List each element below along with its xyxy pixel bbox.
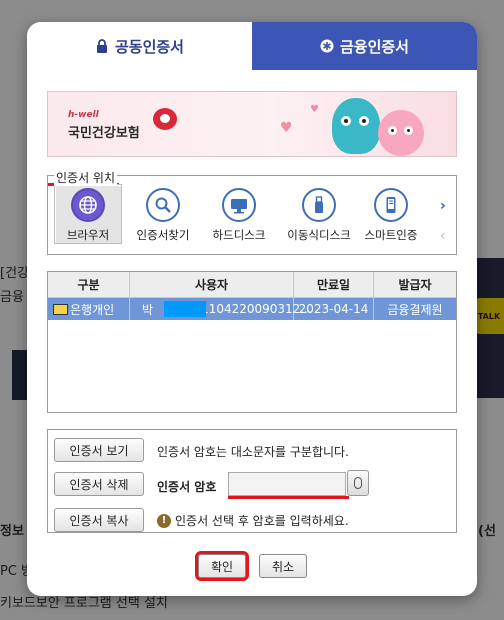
monitor-icon — [222, 188, 256, 222]
cell-type: 은행개인 — [48, 298, 130, 320]
location-label: 스마트인증 — [364, 228, 418, 242]
mascot-blue-icon — [332, 98, 380, 154]
banner-title: 국민건강보험 — [68, 126, 140, 141]
cert-location-panel: 브라우저 인증서찾기 하드디스크 이동식디스크 스마트인증 › ‹ — [47, 175, 457, 255]
highlight-underline — [228, 496, 349, 499]
location-removable-disk[interactable]: 이동식디스크 — [284, 188, 354, 243]
heart-icon: ♥ — [280, 120, 293, 136]
location-find-cert[interactable]: 인증서찾기 — [128, 188, 198, 243]
cancel-button[interactable]: 취소 — [259, 554, 307, 578]
redaction-mask — [164, 301, 206, 317]
globe-icon — [71, 188, 105, 222]
nhis-banner: h-well 국민건강보험 ♥ ♥ — [47, 91, 457, 157]
column-header[interactable]: 사용자 — [130, 272, 294, 297]
cert-table: 구분 사용자 만료일 발급자 은행개인 박 1104220090312... 2… — [47, 271, 457, 413]
confirm-button[interactable]: 확인 — [195, 551, 249, 581]
case-sensitive-note: 인증서 암호는 대소문자를 구분합니다. — [157, 445, 349, 459]
lock-icon — [96, 39, 107, 53]
search-icon — [146, 188, 180, 222]
virtual-keyboard-button[interactable] — [347, 470, 369, 496]
tab-label: 공동인증서 — [114, 37, 184, 56]
copy-cert-button[interactable]: 인증서 복사 — [54, 508, 144, 532]
cell-user-suffix: 1104220090312... — [201, 302, 312, 316]
tab-joint-certificate[interactable]: 공동인증서 — [27, 22, 252, 70]
cell-type-text: 은행개인 — [70, 302, 115, 317]
asterisk-icon — [320, 39, 334, 53]
warning-icon: ! — [157, 513, 171, 528]
usb-icon — [302, 188, 336, 222]
cert-actions-panel: 인증서 보기 인증서 삭제 인증서 복사 인증서 암호는 대소문자를 구분합니다… — [47, 429, 457, 533]
mouse-icon — [354, 477, 362, 489]
tab-financial-certificate[interactable]: 금융인증서 — [252, 22, 477, 70]
column-header[interactable]: 만료일 — [294, 272, 374, 297]
password-input[interactable] — [228, 472, 346, 496]
nhis-logo-icon — [153, 108, 177, 130]
delete-cert-button[interactable]: 인증서 삭제 — [54, 472, 144, 496]
warning-text: 인증서 선택 후 암호를 입력하세요. — [175, 514, 349, 528]
banner-subtitle: h-well — [68, 110, 99, 120]
location-smart-cert[interactable]: 스마트인증 — [356, 188, 426, 243]
location-label: 브라우저 — [66, 228, 110, 242]
tab-label: 금융인증서 — [339, 37, 409, 56]
certificate-dialog: 공동인증서 금융인증서 h-well 국민건강보험 ♥ ♥ 인증서 위치 브라우… — [27, 22, 477, 596]
location-hard-disk[interactable]: 하드디스크 — [204, 188, 274, 243]
smartphone-icon — [374, 188, 408, 222]
view-cert-button[interactable]: 인증서 보기 — [54, 438, 144, 462]
location-label: 인증서찾기 — [136, 228, 190, 242]
certificate-icon — [53, 303, 68, 315]
cell-issuer: 금융결제원 — [387, 302, 443, 317]
cell-user: 박 1104220090312... — [130, 298, 312, 320]
password-label: 인증서 암호 — [157, 480, 217, 494]
column-header[interactable]: 발급자 — [374, 272, 456, 297]
table-header: 구분 사용자 만료일 발급자 — [48, 272, 456, 298]
tab-bar: 공동인증서 금융인증서 — [27, 22, 477, 70]
cert-location-label: 인증서 위치 — [54, 169, 118, 186]
chevron-right-icon[interactable]: › — [440, 198, 446, 214]
location-label: 하드디스크 — [212, 228, 266, 242]
warning-message: ! 인증서 선택 후 암호를 입력하세요. — [157, 512, 349, 529]
location-browser[interactable]: 브라우저 — [54, 184, 122, 244]
chevron-left-icon[interactable]: ‹ — [440, 228, 446, 244]
heart-icon: ♥ — [310, 104, 319, 115]
column-header[interactable]: 구분 — [48, 272, 130, 297]
location-label: 이동식디스크 — [287, 228, 351, 242]
mascot-pink-icon — [378, 110, 424, 156]
cell-user-text: 박 — [142, 302, 154, 317]
table-row[interactable]: 은행개인 박 1104220090312... 2023-04-14 금융결제원 — [48, 298, 456, 320]
